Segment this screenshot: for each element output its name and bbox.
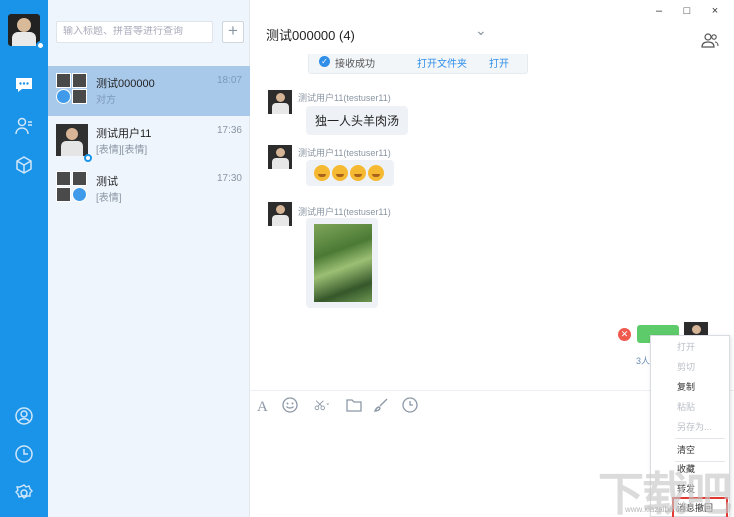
close-button[interactable]: × — [707, 4, 723, 18]
menu-item-paste[interactable]: 粘贴 — [651, 397, 729, 417]
session-time: 17:36 — [216, 125, 242, 136]
contact-avatar — [56, 124, 88, 156]
members-icon[interactable] — [701, 31, 719, 49]
chevron-down-icon[interactable]: ⌄ — [475, 22, 487, 39]
sender-name: 测试用户11(testuser11) — [298, 148, 391, 158]
session-preview: [表情][表情] — [96, 145, 148, 156]
menu-divider — [675, 438, 725, 439]
check-icon: ✓ — [319, 56, 330, 67]
history-icon[interactable] — [401, 396, 419, 414]
emoji-icon[interactable] — [281, 396, 299, 414]
sender-avatar[interactable] — [268, 145, 292, 169]
emoji-icon — [314, 165, 330, 181]
emoji-icon — [332, 165, 348, 181]
watermark-url: www.xiazaiba.com — [625, 505, 691, 514]
online-status-dot — [84, 154, 92, 162]
maximize-button[interactable]: □ — [679, 4, 695, 18]
session-preview: [表情] — [96, 193, 122, 204]
settings-icon[interactable] — [11, 480, 37, 506]
scissors-icon[interactable] — [309, 396, 335, 414]
chat-title: 测试000000 (4) — [266, 28, 355, 43]
online-status-dot — [36, 41, 45, 50]
minimize-button[interactable]: – — [651, 4, 667, 18]
brush-icon[interactable] — [372, 396, 390, 414]
session-preview: 对方 — [96, 95, 116, 106]
session-item[interactable]: 测试用户11 [表情][表情] 17:36 — [48, 116, 250, 166]
cube-icon[interactable] — [11, 152, 37, 178]
menu-item-clear[interactable]: 清空 — [651, 440, 729, 460]
session-list: + 测试000000 对方 18:07 测试用户11 [表情][表情] 17:3… — [48, 0, 250, 517]
sender-avatar[interactable] — [268, 90, 292, 114]
message-bubble[interactable]: 独一人头羊肉汤 — [306, 106, 409, 135]
contacts-icon[interactable] — [11, 113, 37, 139]
session-name: 测试000000 — [96, 78, 155, 90]
session-item[interactable]: 测试 [表情] 17:30 — [48, 164, 250, 214]
session-time: 18:07 — [216, 75, 242, 86]
sender-name: 测试用户11(testuser11) — [298, 93, 391, 103]
group-avatar — [56, 171, 88, 203]
svg-text:A: A — [257, 399, 268, 413]
menu-item-cut[interactable]: 剪切 — [651, 357, 729, 377]
session-time: 17:30 — [216, 173, 242, 184]
session-name: 测试 — [96, 176, 118, 188]
file-card: ✓ 接收成功 打开文件夹 打开 — [308, 54, 528, 74]
tree-photo[interactable] — [314, 224, 372, 302]
add-button[interactable]: + — [222, 21, 244, 43]
emoji-icon — [368, 165, 384, 181]
read-count[interactable]: 3人 — [636, 354, 650, 367]
open-folder-link[interactable]: 打开文件夹 — [417, 55, 467, 70]
chat-header: 测试000000 (4) ⌄ – □ × — [250, 0, 734, 54]
session-name: 测试用户11 — [96, 128, 152, 140]
menu-item-copy[interactable]: 复制 — [651, 377, 729, 397]
folder-icon[interactable] — [345, 396, 363, 414]
chat-icon[interactable] — [11, 72, 37, 98]
font-icon[interactable]: A — [254, 396, 272, 414]
emoji-icon — [350, 165, 366, 181]
user-circle-icon[interactable] — [11, 403, 37, 429]
nav-rail — [0, 0, 48, 517]
user-avatar[interactable] — [8, 14, 40, 46]
menu-item-open[interactable]: 打开 — [651, 337, 729, 357]
sender-name: 测试用户11(testuser11) — [298, 207, 391, 217]
clock-icon[interactable] — [11, 441, 37, 467]
search-input[interactable] — [63, 26, 206, 37]
sender-avatar[interactable] — [268, 202, 292, 226]
open-file-link[interactable]: 打开 — [489, 55, 509, 70]
session-item[interactable]: 测试000000 对方 18:07 — [48, 66, 250, 116]
file-status: 接收成功 — [335, 59, 375, 70]
group-avatar — [56, 73, 88, 105]
search-box[interactable] — [56, 21, 213, 43]
send-failed-icon[interactable]: ✕ — [618, 328, 631, 341]
emoji-bubble[interactable] — [306, 160, 394, 186]
image-bubble[interactable] — [306, 218, 378, 308]
menu-item-save-as[interactable]: 另存为... — [651, 417, 729, 437]
